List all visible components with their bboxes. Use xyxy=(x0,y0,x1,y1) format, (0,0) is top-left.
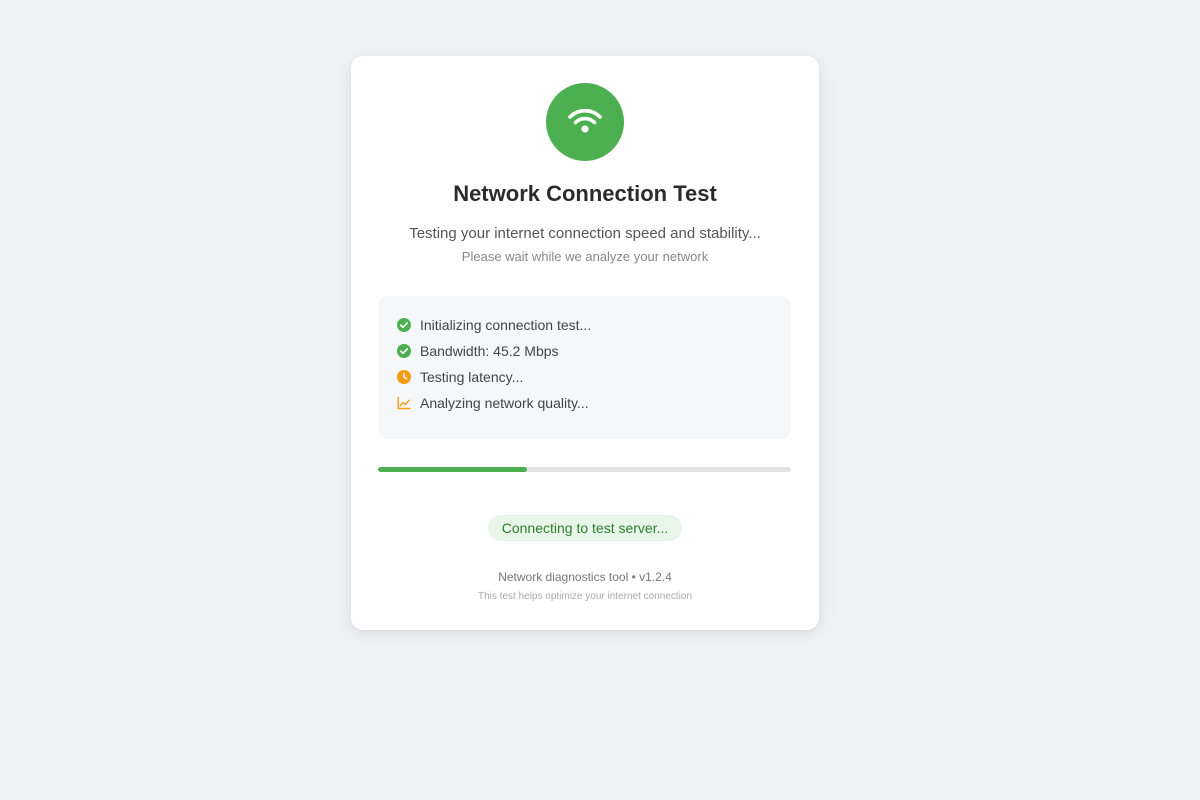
status-item-initializing: Initializing connection test... xyxy=(396,312,773,338)
status-item-quality: Analyzing network quality... xyxy=(396,390,773,416)
status-item-bandwidth: Bandwidth: 45.2 Mbps xyxy=(396,338,773,364)
chart-line-icon xyxy=(396,395,412,411)
page-subtitle: Testing your internet connection speed a… xyxy=(409,225,761,242)
status-item-latency: Testing latency... xyxy=(396,364,773,390)
footer-note: This test helps optimize your internet c… xyxy=(478,591,692,602)
connection-status-badge: Connecting to test server... xyxy=(487,515,683,541)
clock-icon xyxy=(396,369,412,385)
network-test-card: Network Connection Test Testing your int… xyxy=(351,56,819,630)
check-circle-icon xyxy=(396,343,412,359)
footer-version: Network diagnostics tool • v1.2.4 xyxy=(498,570,672,584)
status-item-label: Testing latency... xyxy=(420,369,524,385)
progress-bar-fill xyxy=(378,467,527,472)
status-item-label: Analyzing network quality... xyxy=(420,395,589,411)
wifi-icon xyxy=(546,83,624,161)
progress-bar xyxy=(378,467,791,472)
check-circle-icon xyxy=(396,317,412,333)
status-item-label: Bandwidth: 45.2 Mbps xyxy=(420,343,559,359)
page-title: Network Connection Test xyxy=(453,181,717,206)
status-item-label: Initializing connection test... xyxy=(420,317,592,333)
status-list: Initializing connection test... Bandwidt… xyxy=(378,296,791,439)
wait-note: Please wait while we analyze your networ… xyxy=(461,249,709,264)
